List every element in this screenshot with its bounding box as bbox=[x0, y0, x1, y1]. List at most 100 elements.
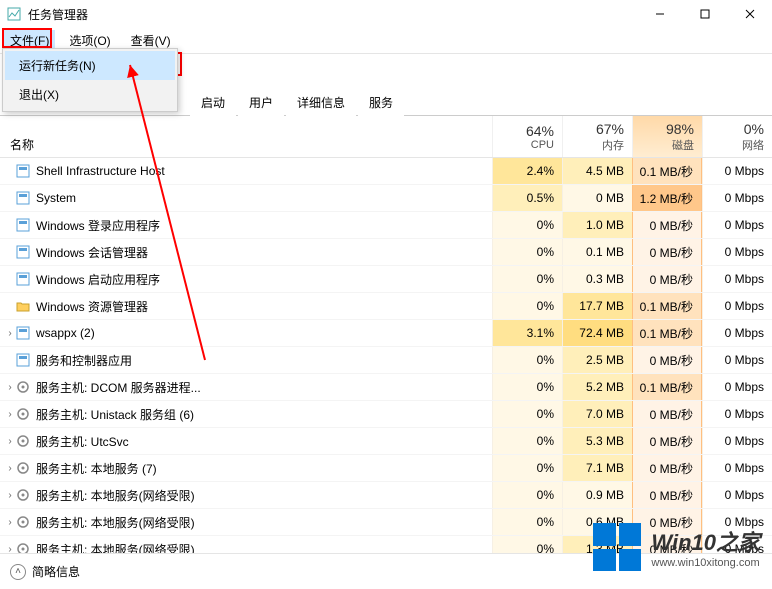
cell-disk: 0 MB/秒 bbox=[632, 347, 702, 373]
window-title: 任务管理器 bbox=[28, 6, 88, 23]
expand-icon[interactable]: › bbox=[0, 328, 14, 339]
cell-memory: 72.4 MB bbox=[562, 320, 632, 346]
expand-icon[interactable]: › bbox=[0, 409, 14, 420]
cell-memory: 1.0 MB bbox=[562, 212, 632, 238]
process-name: 服务主机: Unistack 服务组 (6) bbox=[32, 406, 492, 423]
app-icon bbox=[6, 6, 22, 22]
process-icon bbox=[14, 299, 32, 313]
file-menu-dropdown: 运行新任务(N) 退出(X) bbox=[2, 48, 178, 112]
table-row[interactable]: ›服务主机: DCOM 服务器进程...0%5.2 MB0.1 MB/秒0 Mb… bbox=[0, 374, 772, 401]
table-row[interactable]: ›服务主机: 本地服务(网络受限)0%0.9 MB0 MB/秒0 Mbps bbox=[0, 482, 772, 509]
process-icon bbox=[14, 272, 32, 286]
chevron-up-icon[interactable]: ˄ bbox=[10, 564, 26, 580]
expand-icon[interactable]: › bbox=[0, 490, 14, 501]
table-row[interactable]: ›服务主机: UtcSvc0%5.3 MB0 MB/秒0 Mbps bbox=[0, 428, 772, 455]
process-icon bbox=[14, 218, 32, 232]
process-name: 服务主机: 本地服务(网络受限) bbox=[32, 514, 492, 531]
cell-network: 0 Mbps bbox=[702, 185, 772, 211]
cell-network: 0 Mbps bbox=[702, 428, 772, 454]
cell-memory: 17.7 MB bbox=[562, 293, 632, 319]
column-cpu[interactable]: 64% CPU bbox=[492, 116, 562, 157]
net-label: 网络 bbox=[705, 137, 764, 153]
cell-cpu: 0% bbox=[492, 509, 562, 535]
tab-users[interactable]: 用户 bbox=[238, 89, 284, 116]
cell-disk: 0 MB/秒 bbox=[632, 212, 702, 238]
cell-memory: 0.3 MB bbox=[562, 266, 632, 292]
cell-cpu: 2.4% bbox=[492, 158, 562, 184]
tab-services[interactable]: 服务 bbox=[358, 89, 404, 116]
brief-info-link[interactable]: 简略信息 bbox=[32, 563, 80, 580]
table-row[interactable]: Windows 登录应用程序0%1.0 MB0 MB/秒0 Mbps bbox=[0, 212, 772, 239]
process-icon bbox=[14, 380, 32, 394]
table-row[interactable]: System0.5%0 MB1.2 MB/秒0 Mbps bbox=[0, 185, 772, 212]
maximize-button[interactable] bbox=[682, 0, 727, 28]
table-row[interactable]: Windows 资源管理器0%17.7 MB0.1 MB/秒0 Mbps bbox=[0, 293, 772, 320]
cell-cpu: 0% bbox=[492, 293, 562, 319]
titlebar: 任务管理器 bbox=[0, 0, 772, 28]
table-row[interactable]: 服务和控制器应用0%2.5 MB0 MB/秒0 Mbps bbox=[0, 347, 772, 374]
process-icon bbox=[14, 461, 32, 475]
cell-memory: 2.5 MB bbox=[562, 347, 632, 373]
cell-memory: 0 MB bbox=[562, 185, 632, 211]
tab-details[interactable]: 详细信息 bbox=[286, 89, 356, 116]
expand-icon[interactable]: › bbox=[0, 382, 14, 393]
process-name: 服务主机: UtcSvc bbox=[32, 433, 492, 450]
cell-memory: 7.1 MB bbox=[562, 455, 632, 481]
expand-icon[interactable]: › bbox=[0, 463, 14, 474]
process-name: 服务和控制器应用 bbox=[32, 352, 492, 369]
cell-network: 0 Mbps bbox=[702, 239, 772, 265]
column-memory[interactable]: 67% 内存 bbox=[562, 116, 632, 157]
column-name[interactable]: 名称 bbox=[0, 116, 492, 157]
cpu-percent: 64% bbox=[495, 123, 554, 139]
menu-item-new-task[interactable]: 运行新任务(N) bbox=[5, 51, 175, 80]
watermark-title: Win10之家 bbox=[651, 525, 760, 557]
process-name: wsappx (2) bbox=[32, 326, 492, 340]
expand-icon[interactable]: › bbox=[0, 517, 14, 528]
table-row[interactable]: ›wsappx (2)3.1%72.4 MB0.1 MB/秒0 Mbps bbox=[0, 320, 772, 347]
cell-disk: 0 MB/秒 bbox=[632, 428, 702, 454]
cell-network: 0 Mbps bbox=[702, 158, 772, 184]
column-disk[interactable]: 98% 磁盘 bbox=[632, 116, 702, 157]
menu-item-exit[interactable]: 退出(X) bbox=[5, 80, 175, 109]
mem-label: 内存 bbox=[565, 137, 624, 153]
expand-icon[interactable]: › bbox=[0, 436, 14, 447]
cell-disk: 1.2 MB/秒 bbox=[632, 185, 702, 211]
disk-label: 磁盘 bbox=[635, 137, 694, 153]
table-row[interactable]: ›服务主机: Unistack 服务组 (6)0%7.0 MB0 MB/秒0 M… bbox=[0, 401, 772, 428]
minimize-button[interactable] bbox=[637, 0, 682, 28]
table-row[interactable]: Windows 启动应用程序0%0.3 MB0 MB/秒0 Mbps bbox=[0, 266, 772, 293]
tab-startup[interactable]: 启动 bbox=[190, 89, 236, 116]
process-icon bbox=[14, 326, 32, 340]
process-icon bbox=[14, 515, 32, 529]
cell-cpu: 0.5% bbox=[492, 185, 562, 211]
disk-percent: 98% bbox=[635, 121, 694, 137]
mem-percent: 67% bbox=[565, 121, 624, 137]
menubar: 文件(F) 选项(O) 查看(V) 运行新任务(N) 退出(X) bbox=[0, 28, 772, 54]
cell-memory: 7.0 MB bbox=[562, 401, 632, 427]
process-icon bbox=[14, 434, 32, 448]
column-network[interactable]: 0% 网络 bbox=[702, 116, 772, 157]
cell-disk: 0 MB/秒 bbox=[632, 401, 702, 427]
net-percent: 0% bbox=[705, 121, 764, 137]
cell-network: 0 Mbps bbox=[702, 212, 772, 238]
cell-disk: 0.1 MB/秒 bbox=[632, 158, 702, 184]
process-icon bbox=[14, 407, 32, 421]
cpu-label: CPU bbox=[495, 139, 554, 151]
cell-disk: 0.1 MB/秒 bbox=[632, 374, 702, 400]
process-icon bbox=[14, 353, 32, 367]
watermark: Win10之家 www.win10xitong.com bbox=[593, 523, 760, 571]
cell-cpu: 0% bbox=[492, 212, 562, 238]
process-icon bbox=[14, 245, 32, 259]
process-name: 服务主机: 本地服务 (7) bbox=[32, 460, 492, 477]
cell-disk: 0 MB/秒 bbox=[632, 266, 702, 292]
process-name: Windows 启动应用程序 bbox=[32, 271, 492, 288]
process-icon bbox=[14, 488, 32, 502]
cell-network: 0 Mbps bbox=[702, 320, 772, 346]
cell-network: 0 Mbps bbox=[702, 293, 772, 319]
cell-cpu: 0% bbox=[492, 347, 562, 373]
table-row[interactable]: ›服务主机: 本地服务 (7)0%7.1 MB0 MB/秒0 Mbps bbox=[0, 455, 772, 482]
close-button[interactable] bbox=[727, 0, 772, 28]
table-row[interactable]: Shell Infrastructure Host2.4%4.5 MB0.1 M… bbox=[0, 158, 772, 185]
cell-cpu: 0% bbox=[492, 239, 562, 265]
table-row[interactable]: Windows 会话管理器0%0.1 MB0 MB/秒0 Mbps bbox=[0, 239, 772, 266]
